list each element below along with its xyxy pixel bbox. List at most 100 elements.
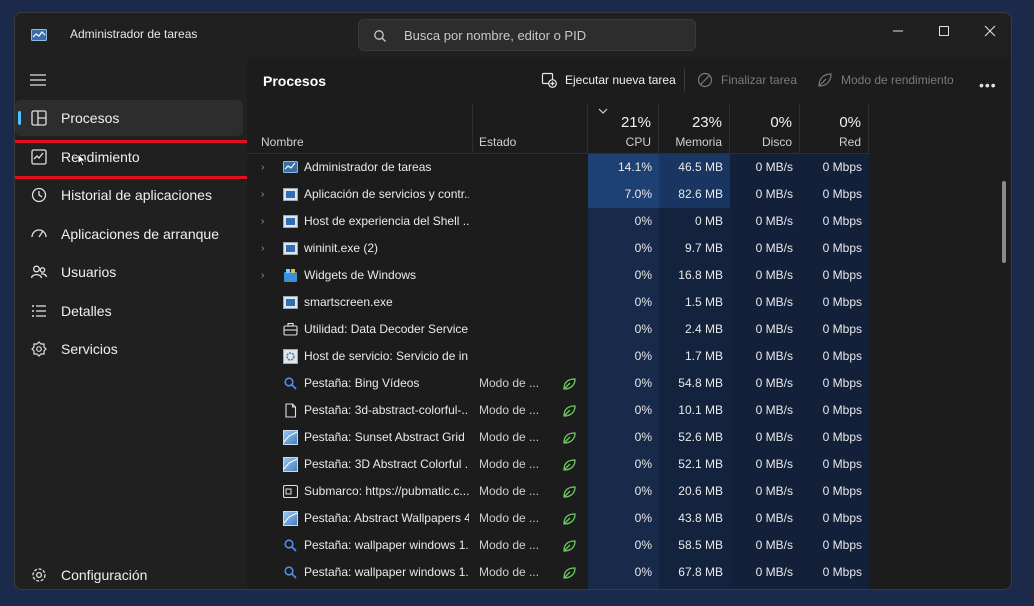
process-cpu: 0% bbox=[634, 484, 652, 498]
table-row[interactable]: › Widgets de Windows 0% 16.8 MB 0 MB/s 0 Mbps bbox=[247, 262, 869, 289]
expand-chevron-icon[interactable] bbox=[261, 397, 275, 424]
process-cpu: 0% bbox=[634, 457, 652, 471]
close-button[interactable] bbox=[975, 19, 1005, 43]
table-row[interactable]: Pestaña: 3d-abstract-colorful-... Modo de… bbox=[247, 397, 869, 424]
search-input[interactable]: Busca por nombre, editor o PID bbox=[404, 28, 586, 43]
efficiency-leaf-icon bbox=[563, 405, 576, 417]
hamburger-menu-icon[interactable] bbox=[29, 73, 47, 87]
process-network: 0 Mbps bbox=[822, 295, 862, 309]
vertical-scrollbar[interactable] bbox=[1002, 181, 1006, 263]
sidebar-item-historial[interactable]: Historial de aplicaciones bbox=[15, 177, 243, 213]
process-cpu: 0% bbox=[634, 403, 652, 417]
maximize-icon bbox=[939, 26, 949, 36]
process-network: 0 Mbps bbox=[822, 565, 862, 579]
task-manager-app-icon bbox=[31, 29, 47, 41]
process-cpu: 0% bbox=[634, 295, 652, 309]
column-label-memory: Memoria bbox=[675, 135, 722, 149]
processes-panel: Procesos Ejecutar nueva tarea Finalizar … bbox=[247, 57, 1011, 589]
table-row[interactable]: Pestaña: Sunset Abstract Grid ... Modo de… bbox=[247, 424, 869, 451]
search-box[interactable]: Busca por nombre, editor o PID bbox=[358, 19, 696, 51]
table-row[interactable]: smartscreen.exe 0% 1.5 MB 0 MB/s 0 Mbps bbox=[247, 289, 869, 316]
process-status: Modo de ... bbox=[479, 403, 540, 417]
process-network: 0 Mbps bbox=[822, 430, 862, 444]
expand-chevron-icon[interactable]: › bbox=[261, 235, 275, 262]
column-header-status[interactable]: Estado bbox=[473, 104, 588, 154]
process-cpu: 0% bbox=[634, 322, 652, 336]
table-row[interactable]: › Host de experiencia del Shell ... 0% 0 MB… bbox=[247, 208, 869, 235]
table-row[interactable]: Utilidad: Data Decoder Service 0% 2.4 MB 0 … bbox=[247, 316, 869, 343]
process-network: 0 Mbps bbox=[822, 403, 862, 417]
process-cpu: 0% bbox=[634, 565, 652, 579]
table-row[interactable]: Pestaña: wallpaper windows 1... Modo de .… bbox=[247, 532, 869, 559]
sidebar-item-servicios[interactable]: Servicios bbox=[15, 331, 243, 367]
expand-chevron-icon[interactable] bbox=[261, 505, 275, 532]
expand-chevron-icon[interactable] bbox=[261, 451, 275, 478]
table-row[interactable]: Host de servicio: Servicio de in... 0% 1.7… bbox=[247, 343, 869, 370]
table-row[interactable]: Submarco: https://pubmatic.c... Modo de .… bbox=[247, 478, 869, 505]
table-row[interactable]: › Administrador de tareas 14.1% 46.5 MB 0 MB… bbox=[247, 154, 869, 181]
process-status: Modo de ... bbox=[479, 376, 540, 390]
process-status bbox=[479, 289, 549, 316]
sort-descending-icon bbox=[598, 108, 608, 114]
process-memory: 20.6 MB bbox=[678, 484, 723, 498]
maximize-button[interactable] bbox=[929, 19, 959, 43]
sidebar-item-detalles[interactable]: Detalles bbox=[15, 293, 243, 329]
table-row[interactable]: › wininit.exe (2) 0% 9.7 MB 0 MB/s 0 Mbps bbox=[247, 235, 869, 262]
sidebar-item-rendimiento[interactable]: Rendimiento bbox=[15, 139, 243, 175]
process-status bbox=[479, 235, 549, 262]
expand-chevron-icon[interactable] bbox=[261, 289, 275, 316]
expand-chevron-icon[interactable]: › bbox=[261, 181, 275, 208]
table-row[interactable]: Pestaña: wallpaper windows 1... Modo de .… bbox=[247, 559, 869, 586]
table-row[interactable]: Pestaña: Bing Vídeos Modo de ... 0% 54.8 MB… bbox=[247, 370, 869, 397]
process-status bbox=[479, 343, 549, 370]
column-header-cpu[interactable]: 21% CPU bbox=[588, 104, 659, 154]
expand-chevron-icon[interactable]: › bbox=[261, 262, 275, 289]
process-cpu: 0% bbox=[634, 214, 652, 228]
expand-chevron-icon[interactable] bbox=[261, 532, 275, 559]
minimize-button[interactable] bbox=[883, 19, 913, 43]
process-name: Submarco: https://pubmatic.c... bbox=[304, 484, 469, 498]
sidebar-item-configuracion[interactable]: Configuración bbox=[15, 557, 243, 589]
process-disk: 0 MB/s bbox=[755, 511, 793, 525]
process-name: wininit.exe (2) bbox=[304, 241, 379, 255]
search-icon bbox=[374, 30, 386, 42]
sidebar-item-label: Servicios bbox=[61, 341, 118, 357]
gear-window-icon bbox=[283, 349, 298, 364]
performance-icon bbox=[31, 149, 47, 165]
expand-chevron-icon[interactable] bbox=[261, 370, 275, 397]
process-cpu: 0% bbox=[634, 430, 652, 444]
table-header: Nombre Estado 21% CPU 23% Memoria 0% Dis… bbox=[247, 104, 869, 154]
process-memory: 54.8 MB bbox=[678, 376, 723, 390]
sidebar-item-usuarios[interactable]: Usuarios bbox=[15, 254, 243, 290]
close-icon bbox=[984, 25, 996, 37]
expand-chevron-icon[interactable] bbox=[261, 316, 275, 343]
command-bar: Procesos Ejecutar nueva tarea Finalizar … bbox=[247, 57, 1011, 103]
column-header-name[interactable]: Nombre bbox=[247, 104, 473, 154]
efficiency-leaf-icon bbox=[563, 432, 576, 444]
expand-chevron-icon[interactable]: › bbox=[261, 208, 275, 235]
expand-chevron-icon[interactable] bbox=[261, 424, 275, 451]
table-row[interactable]: Pestaña: 3D Abstract Colorful ... Modo de… bbox=[247, 451, 869, 478]
column-header-network[interactable]: 0% Red bbox=[800, 104, 869, 154]
process-status: Modo de ... bbox=[479, 538, 540, 552]
services-icon bbox=[31, 341, 47, 357]
column-header-memory[interactable]: 23% Memoria bbox=[659, 104, 730, 154]
settings-label: Configuración bbox=[61, 567, 148, 583]
sidebar-item-arranque[interactable]: Aplicaciones de arranque bbox=[15, 216, 243, 252]
process-name: Aplicación de servicios y contr... bbox=[304, 187, 469, 201]
process-disk: 0 MB/s bbox=[755, 268, 793, 282]
details-icon bbox=[32, 305, 46, 317]
sidebar-item-procesos[interactable]: Procesos bbox=[15, 100, 243, 136]
expand-chevron-icon[interactable] bbox=[261, 478, 275, 505]
expand-chevron-icon[interactable] bbox=[261, 343, 275, 370]
table-row[interactable]: › Aplicación de servicios y contr... 7.0% 8… bbox=[247, 181, 869, 208]
expand-chevron-icon[interactable] bbox=[261, 559, 275, 586]
expand-chevron-icon[interactable]: › bbox=[261, 154, 275, 181]
more-options-icon[interactable]: ••• bbox=[979, 77, 997, 93]
end-task-icon bbox=[697, 72, 713, 88]
process-memory: 43.8 MB bbox=[678, 511, 723, 525]
table-row[interactable]: Pestaña: Abstract Wallpapers 4... Modo de… bbox=[247, 505, 869, 532]
disk-total: 0% bbox=[770, 114, 792, 131]
column-header-disk[interactable]: 0% Disco bbox=[730, 104, 800, 154]
sidebar-item-label: Rendimiento bbox=[61, 149, 140, 165]
